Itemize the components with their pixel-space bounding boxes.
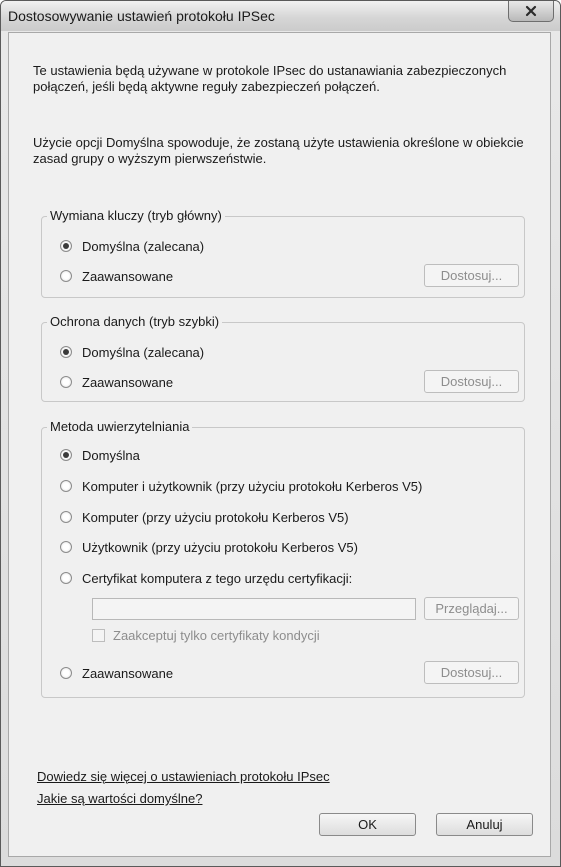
auth-default-option[interactable]: Domyślna	[60, 446, 140, 464]
browse-button[interactable]: Przeglądaj...	[424, 597, 519, 620]
auth-default-label: Domyślna	[82, 447, 140, 463]
key-exchange-advanced-radio[interactable]	[60, 270, 72, 282]
close-button[interactable]	[508, 1, 554, 22]
auth-certificate-option[interactable]: Certyfikat komputera z tego urzędu certy…	[60, 569, 352, 587]
auth-method-legend: Metoda uwierzytelniania	[47, 419, 193, 435]
auth-computer-user-option[interactable]: Komputer i użytkownik (przy użyciu proto…	[60, 477, 422, 495]
window-title: Dostosowywanie ustawień protokołu IPSec	[8, 8, 275, 24]
data-protection-advanced-label: Zaawansowane	[82, 374, 174, 390]
auth-computer-user-radio[interactable]	[60, 480, 72, 492]
auth-certificate-radio[interactable]	[60, 572, 72, 584]
auth-computer-radio[interactable]	[60, 511, 72, 523]
defaults-link[interactable]: Jakie są wartości domyślne?	[37, 791, 202, 806]
auth-user-radio[interactable]	[60, 541, 72, 553]
auth-advanced-radio[interactable]	[60, 667, 72, 679]
intro-paragraph-1: Te ustawienia będą używane w protokole I…	[33, 63, 507, 94]
auth-computer-user-label: Komputer i użytkownik (przy użyciu proto…	[82, 478, 423, 494]
cancel-button[interactable]: Anuluj	[436, 813, 533, 836]
health-cert-checkbox[interactable]	[92, 628, 105, 642]
key-exchange-default-option[interactable]: Domyślna (zalecana)	[60, 237, 204, 255]
health-cert-label: Zaakceptuj tylko certyfikaty kondycji	[113, 627, 320, 643]
ok-button[interactable]: OK	[319, 813, 416, 836]
auth-advanced-label: Zaawansowane	[82, 665, 174, 681]
dialog-window: Dostosowywanie ustawień protokołu IPSec …	[0, 0, 561, 867]
key-exchange-default-radio[interactable]	[60, 240, 72, 252]
data-protection-customize-button[interactable]: Dostosuj...	[424, 370, 519, 393]
auth-default-radio[interactable]	[60, 449, 72, 461]
key-exchange-default-label: Domyślna (zalecana)	[82, 238, 205, 254]
data-protection-default-label: Domyślna (zalecana)	[82, 344, 205, 360]
auth-user-label: Użytkownik (przy użyciu protokołu Kerber…	[82, 539, 358, 555]
auth-customize-button[interactable]: Dostosuj...	[424, 661, 519, 684]
data-protection-default-radio[interactable]	[60, 346, 72, 358]
data-protection-legend: Ochrona danych (tryb szybki)	[47, 314, 223, 330]
key-exchange-customize-button[interactable]: Dostosuj...	[424, 264, 519, 287]
intro-paragraph-2: Użycie opcji Domyślna spowoduje, że zost…	[33, 135, 524, 166]
dialog-client-area: Te ustawienia będą używane w protokole I…	[8, 32, 551, 857]
key-exchange-group: Wymiana kluczy (tryb główny) Domyślna (z…	[41, 208, 525, 298]
data-protection-group: Ochrona danych (tryb szybki) Domyślna (z…	[41, 314, 525, 402]
key-exchange-advanced-option[interactable]: Zaawansowane	[60, 267, 173, 285]
data-protection-default-option[interactable]: Domyślna (zalecana)	[60, 343, 204, 361]
health-cert-option[interactable]: Zaakceptuj tylko certyfikaty kondycji	[92, 626, 320, 644]
auth-advanced-option[interactable]: Zaawansowane	[60, 664, 173, 682]
title-bar[interactable]: Dostosowywanie ustawień protokołu IPSec	[1, 1, 560, 31]
key-exchange-advanced-label: Zaawansowane	[82, 268, 174, 284]
data-protection-advanced-radio[interactable]	[60, 376, 72, 388]
close-icon	[525, 5, 537, 17]
auth-certificate-label: Certyfikat komputera z tego urzędu certy…	[82, 570, 353, 586]
learn-more-link[interactable]: Dowiedz się więcej o ustawieniach protok…	[37, 769, 330, 784]
auth-computer-option[interactable]: Komputer (przy użyciu protokołu Kerberos…	[60, 508, 349, 526]
auth-method-group: Metoda uwierzytelniania Domyślna Kompute…	[41, 419, 525, 698]
auth-computer-label: Komputer (przy użyciu protokołu Kerberos…	[82, 509, 349, 525]
data-protection-advanced-option[interactable]: Zaawansowane	[60, 373, 173, 391]
certificate-authority-input[interactable]	[92, 598, 416, 620]
key-exchange-legend: Wymiana kluczy (tryb główny)	[47, 208, 225, 224]
auth-user-option[interactable]: Użytkownik (przy użyciu protokołu Kerber…	[60, 538, 358, 556]
